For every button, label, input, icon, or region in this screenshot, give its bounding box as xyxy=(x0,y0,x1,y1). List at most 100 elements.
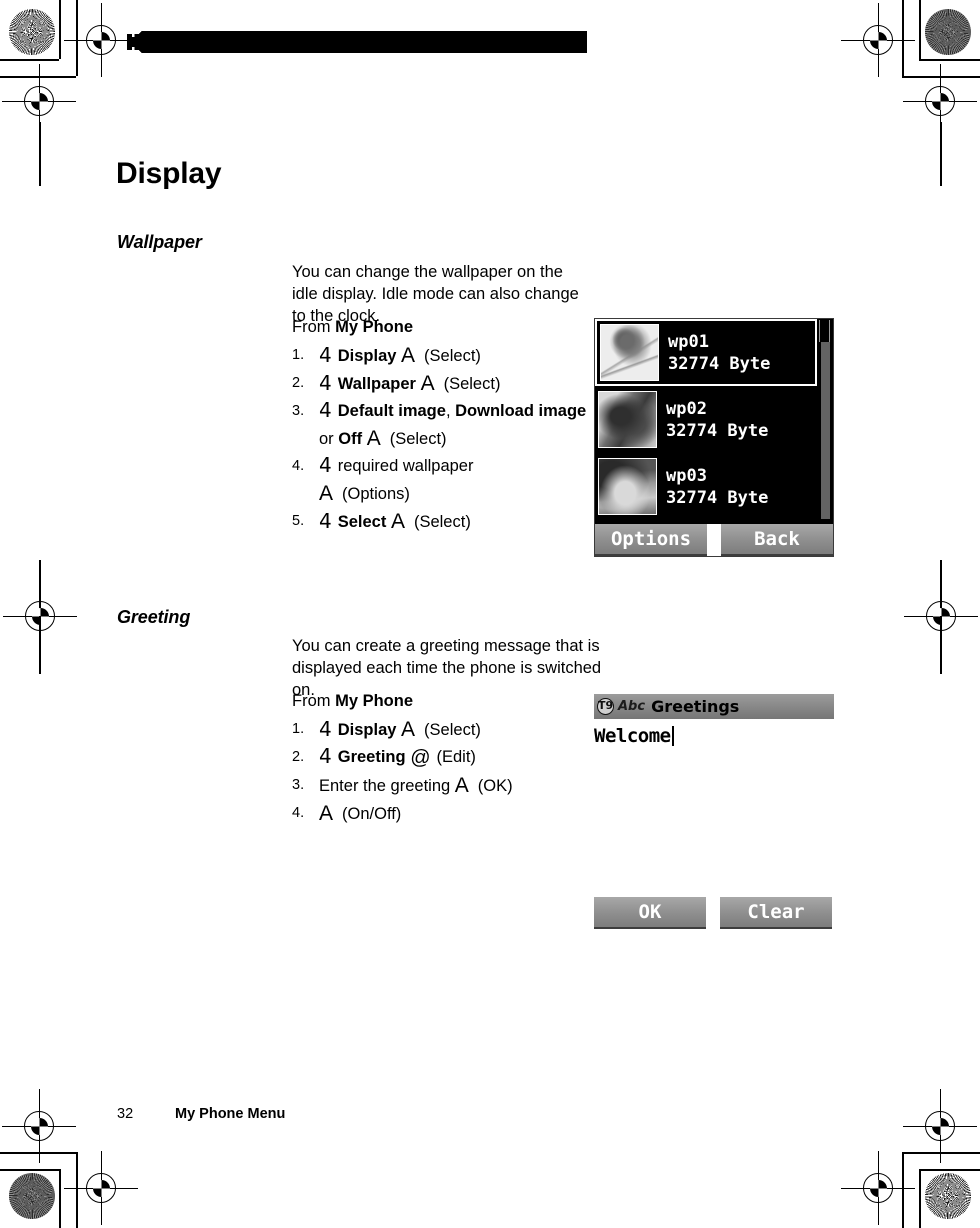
scrollbar-thumb[interactable] xyxy=(819,320,830,342)
greeting-step-1: 1. 4 Display A (Select) xyxy=(292,716,592,744)
trim-rule-tl-v xyxy=(59,0,61,59)
greeting-step-2: 2. 4 Greeting @ (Edit) xyxy=(292,744,592,772)
scroll-key-icon: 4 xyxy=(319,343,332,367)
step-number: 3. xyxy=(292,777,305,793)
wallpaper-softkey-bar: Options Back xyxy=(595,524,833,556)
select-key-icon: A xyxy=(319,482,334,505)
edit-key-icon: @ xyxy=(410,747,431,769)
page-footer: 32 My Phone Menu xyxy=(117,1106,285,1122)
step-plain-text: required wallpaper xyxy=(337,457,474,475)
step-action: (On/Off) xyxy=(342,805,402,823)
wallpaper-procedure: From My Phone 1. 4 Display A (Select) 2. 4… xyxy=(292,316,592,536)
t9-input-icon: T9 xyxy=(597,698,614,715)
step-mid-text: or xyxy=(319,430,339,448)
menu-item-label: Wallpaper xyxy=(337,375,416,393)
trim-rule-tr-v xyxy=(919,0,921,59)
menu-item-label: Display xyxy=(337,347,397,365)
step-action: (OK) xyxy=(477,777,513,795)
footer-page-number: 32 xyxy=(117,1106,134,1122)
step-number: 5. xyxy=(292,513,305,529)
greeting-screen-title: Greetings xyxy=(651,696,740,716)
trim-rule-bl-v xyxy=(59,1169,61,1228)
step-action: (Select) xyxy=(424,347,481,365)
wallpaper-thumbnail xyxy=(598,391,657,448)
select-key-icon: A xyxy=(366,427,381,450)
select-key-icon: A xyxy=(401,344,416,367)
scroll-key-icon: 4 xyxy=(319,398,332,422)
step-number: 4. xyxy=(292,458,305,474)
step-action: (Select) xyxy=(424,721,481,739)
wallpaper-thumbnail xyxy=(600,324,659,381)
registration-target-top-left xyxy=(9,9,55,55)
wallpaper-item-name: wp03 xyxy=(666,465,707,486)
from-menu-name: My Phone xyxy=(335,318,414,336)
menu-item-label: Select xyxy=(337,513,387,531)
step-action: (Select) xyxy=(389,430,447,448)
wallpaper-item-name: wp02 xyxy=(666,398,707,419)
section-heading-wallpaper: Wallpaper xyxy=(117,232,202,252)
menu-item-label: Default image xyxy=(337,402,446,420)
wallpaper-phone-screenshot: wp01 32774 Byte wp02 32774 Byte wp03 327… xyxy=(594,318,834,557)
trim-rule-tl-h xyxy=(0,59,59,61)
greeting-step-3: 3. Enter the greeting A (OK) xyxy=(292,772,592,800)
greeting-phone-screenshot: T9 Abc Greetings Welcome xyxy=(594,694,834,758)
menu-item-label: Greeting xyxy=(337,748,406,766)
wallpaper-item-text: wp01 32774 Byte xyxy=(668,331,770,375)
softkey-back[interactable]: Back xyxy=(721,524,833,556)
softkey-ok[interactable]: OK xyxy=(594,897,706,929)
wallpaper-step-5: 5. 4 Select A (Select) xyxy=(292,508,592,536)
greeting-procedure: From My Phone 1. 4 Display A (Select) 2. 4… xyxy=(292,690,592,828)
menu-item-label-3: Off xyxy=(338,430,363,448)
menu-item-label: Display xyxy=(337,721,397,739)
scroll-key-icon: 4 xyxy=(319,453,332,477)
select-key-icon: A xyxy=(401,718,416,741)
step-number: 1. xyxy=(292,347,305,363)
crosshair-bottom-right-b xyxy=(903,1089,977,1163)
decorative-rule xyxy=(127,31,587,53)
wallpaper-list-item[interactable]: wp03 32774 Byte xyxy=(595,453,817,520)
from-prefix: From xyxy=(292,318,336,336)
step-action: (Select) xyxy=(413,513,471,531)
step-separator: , xyxy=(445,402,456,420)
greeting-from-line: From My Phone xyxy=(292,690,592,712)
wallpaper-list: wp01 32774 Byte wp02 32774 Byte wp03 327… xyxy=(595,319,817,521)
footer-section-label: My Phone Menu xyxy=(175,1106,286,1122)
select-key-icon: A xyxy=(390,510,405,533)
wallpaper-item-size: 32774 Byte xyxy=(668,353,771,374)
select-key-icon: A xyxy=(420,372,435,395)
scroll-key-icon: 4 xyxy=(319,744,332,768)
wallpaper-from-line: From My Phone xyxy=(292,316,592,338)
wallpaper-step-1: 1. 4 Display A (Select) xyxy=(292,342,592,370)
step-number: 2. xyxy=(292,375,305,391)
trim-rule-bl-h xyxy=(0,1169,61,1171)
wallpaper-step-list: 1. 4 Display A (Select) 2. 4 Wallpaper A (Se… xyxy=(292,342,592,536)
greeting-titlebar: T9 Abc Greetings xyxy=(594,694,834,719)
crosshair-bottom-left-b xyxy=(2,1089,76,1163)
registration-target-bottom-left xyxy=(9,1173,55,1219)
step-action: (Edit) xyxy=(436,748,476,766)
step-number: 4. xyxy=(292,805,305,821)
greeting-step-4: 4. A (On/Off) xyxy=(292,800,592,828)
fold-rule-right-lower2 xyxy=(940,616,942,674)
fold-rule-right-upper xyxy=(940,122,942,186)
wallpaper-list-item[interactable]: wp02 32774 Byte xyxy=(595,386,817,453)
scrollbar-track[interactable] xyxy=(821,320,830,519)
trim-rule-br-h xyxy=(919,1169,980,1171)
wallpaper-list-item-selected[interactable]: wp01 32774 Byte xyxy=(595,319,817,386)
scroll-key-icon: 4 xyxy=(319,717,332,741)
from-prefix: From xyxy=(292,692,336,710)
step-plain-text: Enter the greeting xyxy=(319,777,451,795)
trim-rule-br-v xyxy=(919,1169,921,1228)
wallpaper-item-text: wp03 32774 Byte xyxy=(666,465,768,509)
softkey-options[interactable]: Options xyxy=(595,524,707,556)
wallpaper-item-name: wp01 xyxy=(668,331,709,352)
scroll-key-icon: 4 xyxy=(319,371,332,395)
select-key-icon: A xyxy=(454,774,469,797)
wallpaper-step-2: 2. 4 Wallpaper A (Select) xyxy=(292,370,592,398)
step-action: (Select) xyxy=(443,375,501,393)
softkey-clear[interactable]: Clear xyxy=(720,897,832,929)
greeting-input-area[interactable]: Welcome xyxy=(594,719,834,753)
trim-rule-tr-h xyxy=(919,59,980,61)
greeting-input-value: Welcome xyxy=(594,725,671,747)
menu-item-label-2: Download image xyxy=(455,402,587,420)
